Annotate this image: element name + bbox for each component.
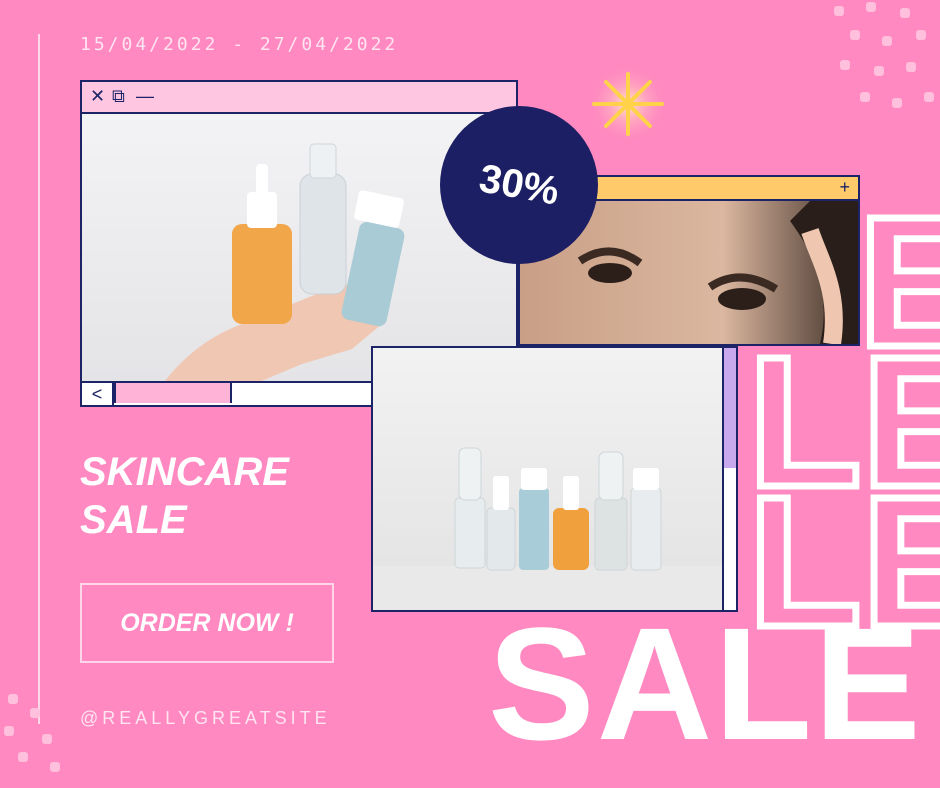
vertical-guide-line <box>38 34 40 724</box>
headline-line2: SALE <box>80 498 187 542</box>
scroll-left-icon[interactable]: < <box>82 383 114 405</box>
minimize-icon[interactable]: — <box>136 86 154 106</box>
photo-product-lineup <box>373 348 724 610</box>
vertical-scroll-thumb[interactable] <box>724 348 736 468</box>
dot-cluster-bottom-left <box>0 690 70 788</box>
discount-value: 30% <box>475 155 563 214</box>
window-titlebar: ✕ ⧉ — <box>82 82 516 114</box>
order-now-button[interactable]: ORDER NOW ! <box>80 583 334 663</box>
browser-window-products <box>371 346 738 612</box>
add-icon[interactable]: + <box>839 177 850 197</box>
sparkle-icon <box>588 64 668 144</box>
restore-icon[interactable]: ⧉ <box>112 86 125 106</box>
date-range: 15/04/2022 - 27/04/2022 <box>80 34 399 55</box>
sale-big-word: SALE <box>488 594 923 773</box>
discount-badge: 30% <box>440 106 598 264</box>
headline: SKINCARE SALE <box>80 448 289 544</box>
scroll-thumb[interactable] <box>114 383 232 403</box>
vertical-scrollbar[interactable] <box>722 348 736 610</box>
dot-cluster-top-right <box>820 0 940 140</box>
promo-canvas: 15/04/2022 - 27/04/2022 ✕ ⧉ — < + 30% E … <box>0 0 940 788</box>
close-icon[interactable]: ✕ <box>90 86 105 106</box>
headline-line1: SKINCARE <box>80 450 289 494</box>
site-handle: @REALLYGREATSITE <box>80 708 331 728</box>
